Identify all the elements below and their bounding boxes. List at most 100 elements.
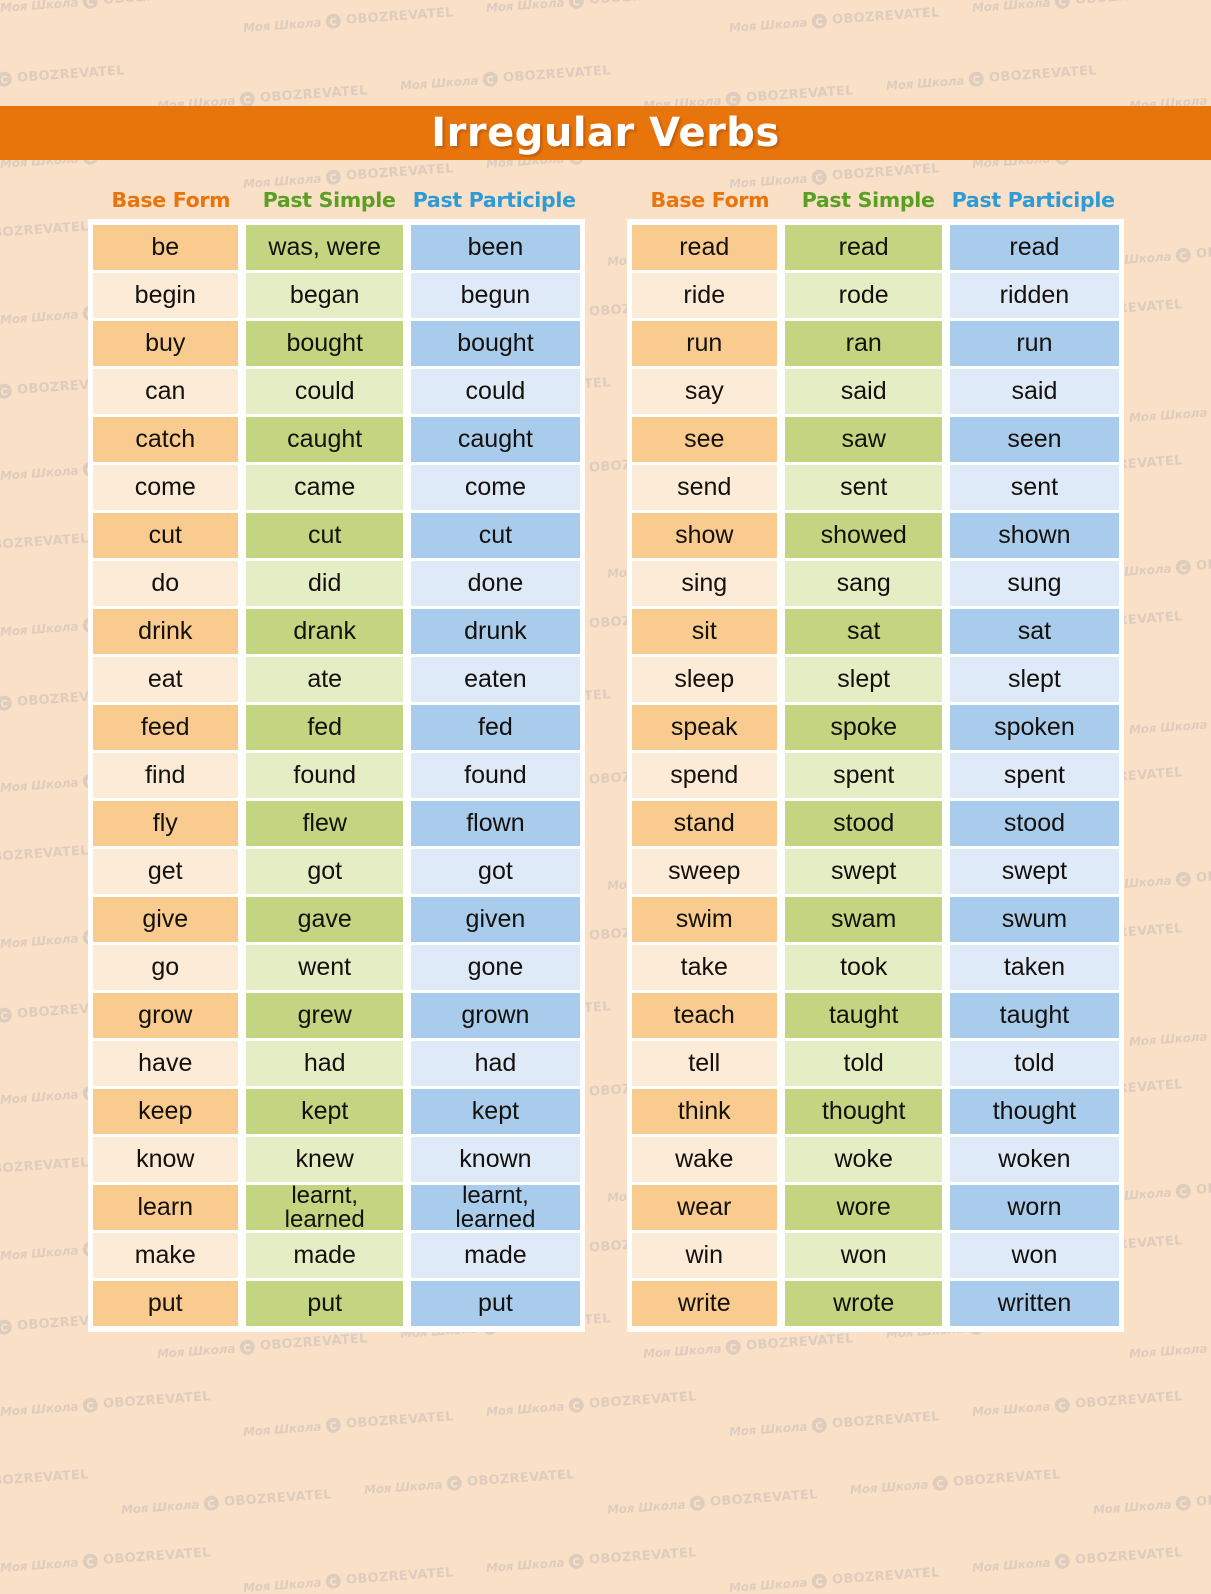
table-row: sing sang sung: [631, 561, 1119, 606]
verb-cell-past-simple: flew: [246, 801, 404, 846]
verb-cell-base-form: write: [631, 1281, 778, 1326]
verb-cell-past-simple: spoke: [785, 705, 943, 750]
column-header-row: Base Form Past Simple Past Participle: [627, 188, 1124, 212]
refresh-circle-icon: [811, 169, 828, 186]
verb-cell-base-form: take: [631, 945, 778, 990]
verb-cell-past-simple: drank: [246, 609, 404, 654]
column-header-past-simple: Past Simple: [801, 188, 935, 212]
verb-cell-past-participle: seen: [950, 417, 1119, 462]
verb-cell-past-simple: got: [246, 849, 404, 894]
watermark-brand-text: OBOZREVATEL: [988, 63, 1098, 86]
verb-cell-base-form: tell: [631, 1041, 778, 1086]
table-row: eat ate eaten: [92, 657, 580, 702]
watermark: Моя ШколаOBOZREVATEL: [728, 5, 941, 35]
verb-cell-past-simple: grew: [246, 993, 404, 1038]
verb-cell-base-form: get: [92, 849, 239, 894]
watermark-school-text: Моя Школа: [399, 73, 479, 93]
verb-cell-past-participle: won: [950, 1233, 1119, 1278]
refresh-circle-icon: [446, 1475, 463, 1492]
watermark-brand-text: OBOZREVATEL: [588, 1545, 698, 1568]
table-row: find found found: [92, 753, 580, 798]
verb-cell-past-simple: won: [785, 1233, 943, 1278]
verb-cell-base-form: drink: [92, 609, 239, 654]
watermark-school-text: Моя Школа: [120, 1497, 200, 1517]
verb-cell-past-participle: found: [411, 753, 580, 798]
verb-cell-past-participle: drunk: [411, 609, 580, 654]
verb-cell-base-form: sing: [631, 561, 778, 606]
verb-cell-past-participle: said: [950, 369, 1119, 414]
verb-table-card: read read read ride rode ridden run ran run say sa…: [626, 219, 1124, 1332]
verb-tables-container: Base Form Past Simple Past Participle be was…: [0, 188, 1211, 1332]
watermark-school-text: Моя Школа: [728, 1575, 808, 1594]
watermark-school-text: Моя Школа: [156, 1341, 236, 1361]
watermark-school-text: Моя Школа: [242, 1419, 322, 1439]
refresh-circle-icon: [968, 71, 985, 88]
watermark-school-text: Моя Школа: [485, 1399, 565, 1419]
table-row: drink drank drunk: [92, 609, 580, 654]
watermark-brand-text: OBOZREVATEL: [102, 1389, 212, 1412]
watermark-brand-text: OBOZREVATEL: [1075, 0, 1184, 8]
verb-cell-base-form: cut: [92, 513, 239, 558]
watermark: Моя ШколаOBOZREVATEL: [0, 1389, 211, 1419]
watermark-brand-text: OBOZREVATEL: [223, 1487, 333, 1510]
refresh-circle-icon: [725, 1339, 742, 1356]
refresh-circle-icon: [811, 1417, 828, 1434]
verb-cell-past-simple: cut: [246, 513, 404, 558]
table-row: put put put: [92, 1281, 580, 1326]
verb-cell-past-simple: could: [246, 369, 404, 414]
verb-cell-past-participle: run: [950, 321, 1119, 366]
verb-cell-past-simple: took: [785, 945, 943, 990]
verb-cell-base-form: think: [631, 1089, 778, 1134]
verb-cell-past-simple: learnt, learned: [246, 1184, 404, 1231]
verb-cell-past-participle: gone: [411, 945, 580, 990]
verb-cell-past-simple: stood: [785, 801, 943, 846]
refresh-circle-icon: [568, 0, 585, 10]
verb-cell-past-participle: bought: [411, 321, 580, 366]
verb-cell-past-simple: found: [246, 753, 404, 798]
table-row: run ran run: [631, 321, 1119, 366]
table-row: read read read: [631, 225, 1119, 270]
watermark: Моя ШколаOBOZREVATEL: [971, 0, 1183, 15]
refresh-circle-icon: [325, 1417, 342, 1434]
verb-cell-past-participle: caught: [411, 417, 580, 462]
verb-cell-base-form: win: [631, 1233, 778, 1278]
verb-cell-base-form: buy: [92, 321, 239, 366]
verb-cell-past-participle: slept: [950, 657, 1119, 702]
verb-cell-past-participle: eaten: [411, 657, 580, 702]
refresh-circle-icon: [568, 1553, 585, 1570]
watermark: Моя ШколаOBOZREVATEL: [242, 1565, 455, 1594]
verb-cell-past-participle: put: [411, 1281, 580, 1326]
refresh-circle-icon: [325, 1573, 342, 1590]
refresh-circle-icon: [82, 1553, 99, 1570]
watermark: Моя ШколаOBOZREVATEL: [485, 0, 697, 15]
verb-cell-past-simple: came: [246, 465, 404, 510]
watermark-school-text: Моя Школа: [1092, 1497, 1172, 1517]
refresh-circle-icon: [725, 91, 742, 108]
verb-cell-past-simple: swept: [785, 849, 943, 894]
verb-cell-base-form: make: [92, 1233, 239, 1278]
column-header-base-form: Base Form: [650, 188, 770, 212]
verb-cell-past-participle: worn: [950, 1185, 1119, 1230]
watermark-brand-text: OBOZREVATEL: [952, 1467, 1062, 1490]
verb-cell-past-participle: written: [950, 1281, 1119, 1326]
watermark-brand-text: OBOZREVATEL: [831, 1409, 941, 1432]
watermark-school-text: Моя Школа: [363, 1477, 443, 1497]
verb-cell-base-form: see: [631, 417, 778, 462]
verb-cell-base-form: wake: [631, 1137, 778, 1182]
verb-cell-past-participle: known: [411, 1137, 580, 1182]
table-row: give gave given: [92, 897, 580, 942]
watermark: Моя ШколаOBOZREVATEL: [242, 5, 455, 35]
verb-cell-past-simple: thought: [785, 1089, 943, 1134]
verb-cell-past-simple: read: [785, 225, 943, 270]
verb-cell-past-simple: sat: [785, 609, 943, 654]
verb-cell-past-participle: been: [411, 225, 580, 270]
verb-cell-base-form: ride: [631, 273, 778, 318]
table-row: learn learnt, learned learnt, learned: [92, 1184, 580, 1231]
refresh-circle-icon: [1054, 0, 1071, 10]
watermark-brand-text: OBOZREVATEL: [345, 161, 455, 184]
refresh-circle-icon: [1175, 1495, 1192, 1512]
watermark-brand-text: OBOZREVATEL: [589, 0, 698, 8]
watermark-school-text: Моя Школа: [0, 0, 79, 15]
watermark: Моя ШколаOBOZREVATEL: [728, 161, 941, 191]
watermark: Моя ШколаOBOZREVATEL: [606, 1487, 819, 1517]
